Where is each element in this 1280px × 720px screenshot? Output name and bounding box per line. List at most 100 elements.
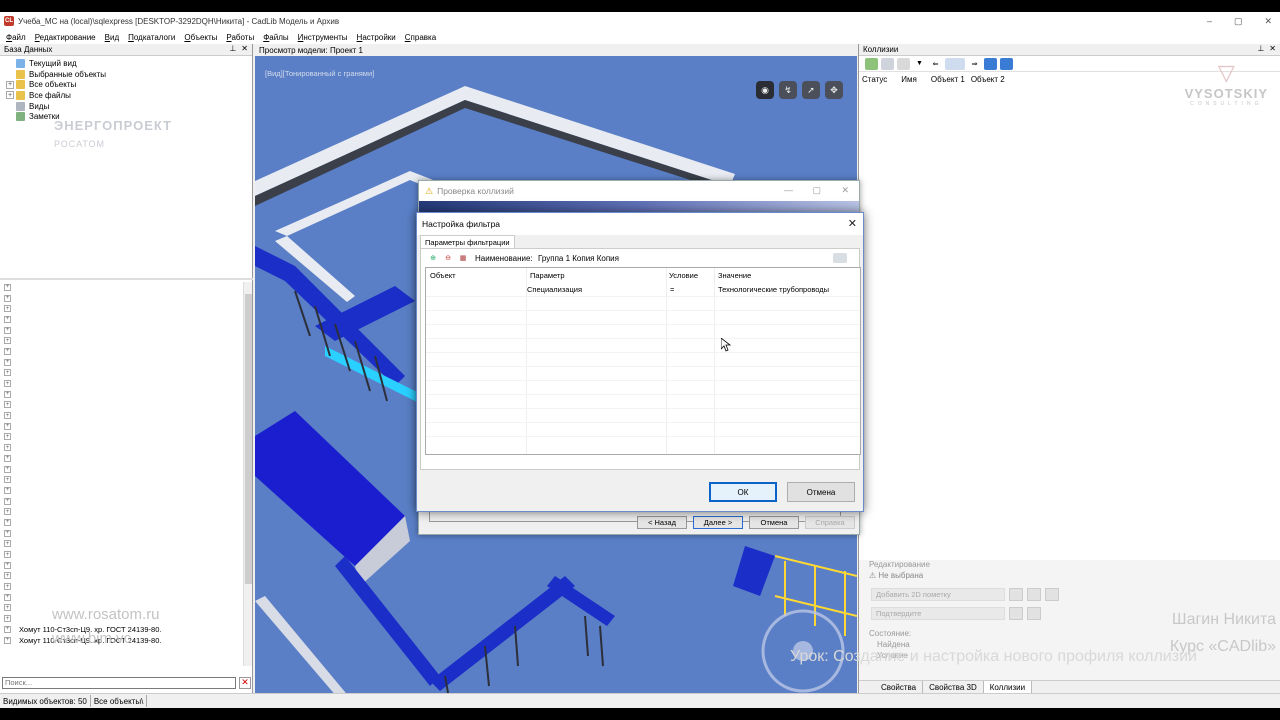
expand-icon[interactable]: + bbox=[4, 572, 11, 580]
pan-icon[interactable]: ✥ bbox=[825, 81, 843, 99]
settings-icon[interactable] bbox=[833, 253, 847, 263]
expand-icon[interactable]: + bbox=[4, 294, 11, 302]
expand-icon[interactable]: + bbox=[4, 625, 11, 633]
list-item[interactable]: + bbox=[4, 474, 243, 485]
minimize-button[interactable]: – bbox=[1207, 16, 1212, 26]
next-button[interactable]: Далее > bbox=[693, 516, 743, 529]
expand-icon[interactable]: + bbox=[4, 401, 11, 409]
list-item[interactable]: + bbox=[4, 581, 243, 592]
expand-icon[interactable]: + bbox=[4, 337, 11, 345]
column-condition[interactable]: Условие bbox=[669, 271, 698, 280]
column-status[interactable]: Статус bbox=[862, 75, 887, 84]
object-list-scrollbar[interactable] bbox=[243, 282, 252, 666]
group-icon[interactable] bbox=[945, 57, 965, 70]
expand-icon[interactable]: + bbox=[4, 518, 11, 526]
scrollbar-thumb[interactable] bbox=[245, 294, 252, 584]
tab-properties-3d[interactable]: Свойства 3D bbox=[923, 681, 984, 693]
column-object2[interactable]: Объект 2 bbox=[971, 75, 1005, 84]
tree-node-current-view[interactable]: Текущий вид bbox=[6, 58, 252, 69]
tree-node-selected-objects[interactable]: Выбранные объекты bbox=[6, 69, 252, 80]
add-2d-dropdown[interactable]: Добавить 2D пометку bbox=[871, 588, 1005, 601]
folder-icon[interactable] bbox=[1009, 607, 1023, 620]
list-item[interactable]: + bbox=[4, 410, 243, 421]
expand-icon[interactable]: + bbox=[4, 476, 11, 484]
column-object1[interactable]: Объект 1 bbox=[931, 75, 965, 84]
list-item[interactable]: + bbox=[4, 325, 243, 336]
expand-icon[interactable]: + bbox=[4, 347, 11, 355]
tree-node-all-files[interactable]: + Все файлы bbox=[6, 90, 252, 101]
maximize-button[interactable]: ▢ bbox=[1234, 16, 1243, 27]
expand-icon[interactable]: + bbox=[4, 369, 11, 377]
column-name[interactable]: Имя bbox=[901, 75, 917, 84]
menu-help[interactable]: Справка bbox=[405, 33, 436, 42]
expand-icon[interactable]: + bbox=[4, 615, 11, 623]
menu-objects[interactable]: Объекты bbox=[184, 33, 217, 42]
expand-icon[interactable]: + bbox=[6, 91, 14, 100]
expand-icon[interactable]: + bbox=[4, 454, 11, 462]
save-icon[interactable] bbox=[1045, 588, 1059, 601]
expand-icon[interactable]: + bbox=[4, 326, 11, 334]
expand-icon[interactable]: + bbox=[4, 583, 11, 591]
expand-icon[interactable]: + bbox=[4, 636, 11, 644]
row-parameter[interactable]: Специализация bbox=[527, 285, 582, 294]
column-value[interactable]: Значение bbox=[718, 271, 751, 280]
name-value[interactable]: Группа 1 Копия Копия bbox=[538, 254, 619, 263]
list-item[interactable]: + bbox=[4, 282, 243, 293]
help-button[interactable]: Справка bbox=[805, 516, 855, 529]
menu-file[interactable]: Файл bbox=[6, 33, 26, 42]
camera-icon[interactable] bbox=[1027, 607, 1041, 620]
list-item[interactable]: + bbox=[4, 357, 243, 368]
expand-icon[interactable]: + bbox=[4, 315, 11, 323]
expand-icon[interactable]: + bbox=[4, 508, 11, 516]
list-item[interactable]: + bbox=[4, 496, 243, 507]
new-profile-icon[interactable] bbox=[865, 57, 878, 70]
copy-icon[interactable] bbox=[881, 57, 894, 70]
expand-icon[interactable]: + bbox=[6, 80, 14, 89]
delete-icon[interactable] bbox=[897, 57, 910, 70]
maximize-button[interactable]: ▢ bbox=[812, 185, 821, 196]
list-item[interactable]: + bbox=[4, 335, 243, 346]
table-icon[interactable]: ▦ bbox=[457, 253, 469, 263]
list-item[interactable]: + bbox=[4, 549, 243, 560]
expand-icon[interactable]: + bbox=[4, 465, 11, 473]
fly-icon[interactable]: ➚ bbox=[802, 81, 820, 99]
list-item[interactable]: + bbox=[4, 303, 243, 314]
list-item[interactable]: + bbox=[4, 314, 243, 325]
list-item[interactable]: + bbox=[4, 432, 243, 443]
pin-icon[interactable]: ⊥ bbox=[1257, 44, 1264, 53]
remove-condition-icon[interactable]: ⊖ bbox=[442, 253, 454, 263]
close-button[interactable]: ✕ bbox=[841, 185, 849, 196]
list-item[interactable]: + bbox=[4, 368, 243, 379]
expand-icon[interactable]: + bbox=[4, 593, 11, 601]
close-button[interactable]: ✕ bbox=[1264, 16, 1272, 27]
list-item[interactable]: + bbox=[4, 442, 243, 453]
close-icon[interactable]: ✕ bbox=[848, 217, 857, 230]
close-icon[interactable]: ✕ bbox=[241, 44, 248, 53]
panel-splitter[interactable] bbox=[0, 278, 253, 280]
list-item[interactable]: + bbox=[4, 528, 243, 539]
minimize-button[interactable]: — bbox=[784, 185, 793, 195]
tree-node-views[interactable]: Виды bbox=[6, 101, 252, 112]
cancel-button[interactable]: Отмена bbox=[787, 482, 855, 502]
ok-button[interactable]: ОК bbox=[709, 482, 777, 502]
expand-icon[interactable]: + bbox=[4, 497, 11, 505]
list-item[interactable]: + bbox=[4, 378, 243, 389]
expand-icon[interactable]: + bbox=[4, 422, 11, 430]
back-button[interactable]: < Назад bbox=[637, 516, 687, 529]
expand-icon[interactable]: + bbox=[4, 561, 11, 569]
list-item[interactable]: + bbox=[4, 517, 243, 528]
expand-icon[interactable]: + bbox=[4, 444, 11, 452]
expand-icon[interactable]: + bbox=[4, 358, 11, 366]
add-condition-icon[interactable]: ⊕ bbox=[427, 253, 439, 263]
expand-icon[interactable]: + bbox=[4, 412, 11, 420]
arrow-left-icon[interactable]: ⇐ bbox=[929, 58, 942, 70]
list-item[interactable]: + bbox=[4, 453, 243, 464]
pin-icon[interactable]: ⊥ bbox=[229, 44, 236, 53]
copy-icon[interactable] bbox=[1027, 588, 1041, 601]
list-item[interactable]: + bbox=[4, 592, 243, 603]
expand-icon[interactable]: + bbox=[4, 380, 11, 388]
row-condition[interactable]: = bbox=[670, 285, 674, 294]
expand-icon[interactable]: + bbox=[4, 604, 11, 612]
list-item[interactable]: + bbox=[4, 389, 243, 400]
list-item[interactable]: + bbox=[4, 506, 243, 517]
